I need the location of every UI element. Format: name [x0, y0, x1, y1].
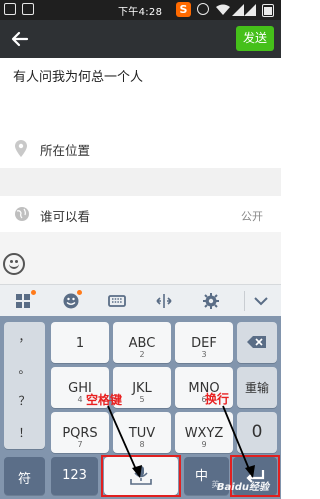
- settings-icon[interactable]: [202, 292, 220, 310]
- visibility-value: 公开: [241, 210, 263, 223]
- keyboard: ， 。 ？ ！ 1 ABC 2 DEF 3 GHI 4 JKL 5 MNO 6 …: [0, 316, 281, 499]
- app-grid-icon[interactable]: [15, 292, 33, 310]
- visibility-label: 谁可以看: [40, 209, 91, 224]
- photo-notification-icon: [22, 3, 34, 15]
- number-switch-key[interactable]: 123: [51, 457, 98, 495]
- backspace-icon: [247, 336, 266, 348]
- content-band: [0, 232, 281, 284]
- signal-icon: [232, 4, 256, 16]
- symbol-column[interactable]: ， 。 ？ ！: [4, 322, 45, 449]
- symbol-key[interactable]: ？: [4, 392, 45, 409]
- keyboard-toolbar: [0, 284, 281, 316]
- collapse-chevron-icon[interactable]: [252, 292, 270, 310]
- status-bar: 下午4:28 S: [0, 0, 281, 20]
- alarm-icon: [197, 3, 209, 15]
- notification-dot: [31, 290, 36, 295]
- image-notification-icon: [4, 3, 16, 15]
- symbol-key[interactable]: ，: [4, 328, 45, 345]
- key-def[interactable]: DEF 3: [175, 322, 233, 363]
- backspace-key[interactable]: [237, 322, 277, 363]
- status-time: 下午4:28: [118, 7, 163, 18]
- back-arrow-icon[interactable]: [10, 29, 30, 49]
- battery-icon: [262, 4, 274, 17]
- wifi-icon: [216, 4, 230, 15]
- sogou-input-icon: S: [176, 2, 191, 17]
- keyboard-icon[interactable]: [108, 292, 126, 310]
- location-row[interactable]: 所在位置: [0, 130, 281, 166]
- cursor-move-icon[interactable]: [155, 292, 173, 310]
- symbol-key[interactable]: ！: [4, 424, 45, 441]
- send-button[interactable]: 发送: [236, 26, 274, 51]
- notification-dot: [77, 290, 82, 295]
- symbol-key[interactable]: 。: [4, 360, 45, 377]
- symbol-switch-key[interactable]: 符: [4, 457, 45, 495]
- location-pin-icon: [15, 140, 27, 157]
- retype-key[interactable]: 重输: [237, 367, 277, 408]
- space-key-annotation: 空格键: [86, 393, 123, 407]
- newline-arrow: [222, 405, 255, 478]
- watermark-text: Baidu经验: [216, 482, 269, 493]
- location-label: 所在位置: [40, 143, 91, 158]
- key-1[interactable]: 1: [51, 322, 109, 363]
- newline-annotation: 换行: [205, 392, 230, 406]
- title-bar: 发送: [0, 20, 281, 58]
- smiley-icon[interactable]: [3, 253, 25, 275]
- visibility-row[interactable]: 谁可以看 公开: [0, 198, 281, 230]
- globe-icon: [15, 207, 29, 221]
- divider: [0, 168, 281, 196]
- space-arrow: [107, 405, 142, 478]
- toolbar-divider: [244, 291, 245, 311]
- key-abc[interactable]: ABC 2: [113, 322, 171, 363]
- post-text-input[interactable]: 有人问我为何总一个人: [13, 66, 143, 85]
